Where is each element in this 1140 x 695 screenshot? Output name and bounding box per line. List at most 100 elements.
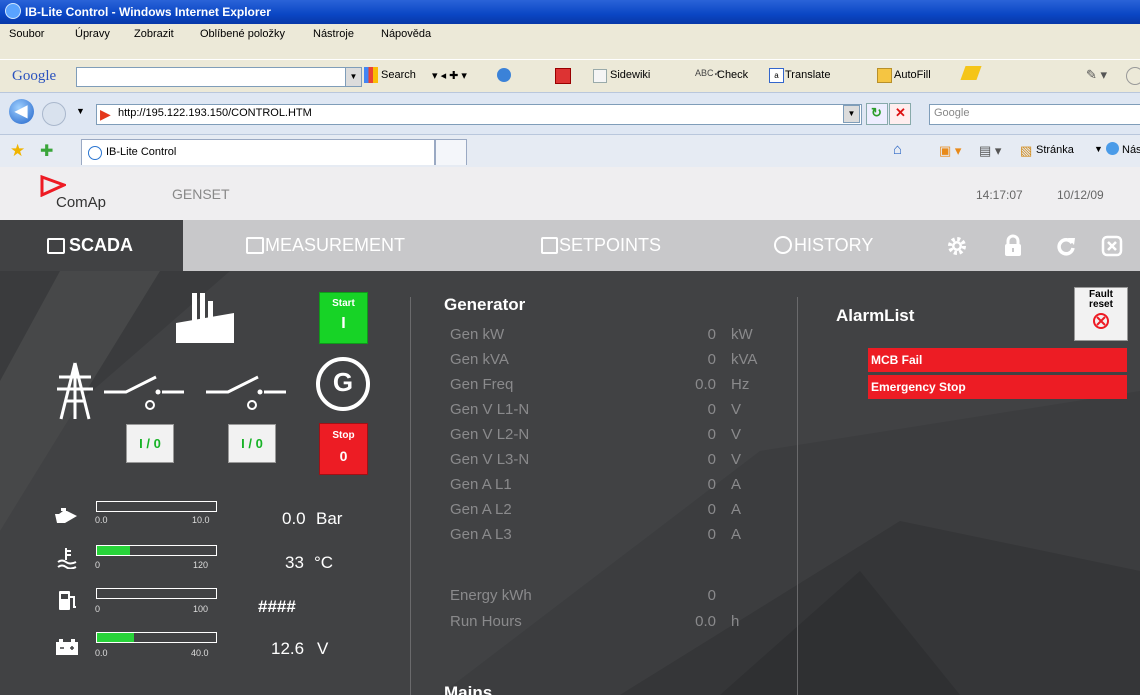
stop-load-button[interactable]: ✕ [889, 103, 911, 125]
generator-value: 0 [707, 426, 716, 443]
translate-icon: a [769, 68, 784, 83]
fuel-level-icon [59, 591, 76, 610]
tools-menu[interactable]: Nás [1122, 144, 1140, 156]
mains-breaker-button[interactable]: I / 0 [126, 424, 174, 463]
refresh-button[interactable]: ↻ [866, 103, 888, 125]
tabs-row: ★ ✚ IB-Lite Control ⌂ ▣ ▾ ▤ ▾ ▧ Stránka … [0, 134, 1140, 168]
tab-measurement[interactable]: MEASUREMENT [244, 220, 444, 271]
fuel-level-value: #### [258, 597, 296, 616]
coolant-temperature-bar [96, 545, 217, 556]
coolant-temperature-unit: °C [314, 553, 334, 572]
chat-icon[interactable] [497, 68, 511, 82]
check-button[interactable]: Check [717, 69, 748, 81]
divider [797, 297, 798, 695]
page-dropdown-icon: ▼ [1094, 144, 1103, 154]
toolbar-arrows-icon[interactable]: ▾ ◂ ✚ ▾ [432, 69, 467, 82]
generator-symbol: G [332, 367, 354, 397]
favorites-star-icon[interactable]: ★ [10, 141, 25, 161]
address-dropdown[interactable]: ▼ [843, 105, 860, 123]
oil-pressure-value: 0.0 [282, 509, 306, 528]
menu-edit[interactable]: Úpravy [75, 28, 110, 40]
print-icon[interactable]: ▤ ▾ [979, 143, 1001, 159]
google-search-dropdown[interactable]: ▼ [345, 67, 362, 87]
mains-breaker-label: I / 0 [139, 436, 161, 451]
start-symbol: I [341, 315, 346, 332]
scada-icon [47, 238, 65, 254]
coolant-temperature-value: 33 [285, 553, 304, 572]
google-circle-icon[interactable] [1126, 67, 1140, 85]
comap-logo: ComAp [56, 194, 107, 211]
generator-value-unit: kW [731, 326, 753, 343]
refresh-icon[interactable] [1055, 235, 1077, 257]
site-favicon-icon: ▶ [100, 106, 111, 122]
generator-value: 0 [707, 501, 716, 518]
close-icon: ✕ [895, 105, 906, 120]
tab-measurement-label: MEASUREMENT [265, 235, 406, 255]
generator-section-title: Generator [444, 295, 526, 314]
google-search-input[interactable] [76, 67, 346, 87]
tab-scada[interactable]: SCADA [0, 220, 183, 271]
battery-voltage-bar [96, 632, 217, 643]
settings-gear-icon[interactable] [946, 235, 968, 257]
stop-button[interactable]: Stop 0 [319, 423, 368, 475]
generator-value-label: Gen V L1-N [450, 401, 530, 418]
measurement-icon [246, 237, 264, 254]
tab-setpoints[interactable]: SETPOINTS [539, 220, 699, 271]
autofill-button[interactable]: AutoFill [894, 69, 931, 81]
coolant-temperature-icon [57, 548, 77, 569]
new-tab-button[interactable] [435, 139, 467, 165]
mains-section-title: Mains [444, 683, 493, 695]
home-icon[interactable]: ⌂ [893, 141, 902, 158]
factory-load-icon [176, 293, 234, 343]
browser-search-placeholder: Google [934, 107, 970, 119]
settings-wrench-icon[interactable]: ✎ ▾ [1086, 67, 1107, 83]
fault-reset-button[interactable]: Fault reset [1074, 287, 1128, 341]
menu-view[interactable]: Zobrazit [134, 28, 174, 40]
divider [410, 297, 411, 695]
history-dropdown-icon[interactable]: ▼ [76, 106, 85, 116]
run-hours-unit: h [731, 613, 740, 630]
feeds-icon[interactable]: ▣ ▾ [939, 143, 961, 159]
translate-button[interactable]: Translate [785, 69, 830, 81]
google-toolbar: Google ▼ Search ▾ ◂ ✚ ▾ Sidewiki ABC✓ Ch… [0, 59, 1140, 93]
sidewiki-button[interactable]: Sidewiki [610, 69, 650, 81]
stop-label: Stop [332, 430, 355, 441]
browser-search-input[interactable]: Google [929, 104, 1140, 125]
close-icon[interactable] [1101, 235, 1123, 257]
header-time: 14:17:07 [976, 188, 1023, 202]
header-date: 10/12/09 [1057, 188, 1104, 202]
menu-file[interactable]: Soubor [9, 28, 44, 40]
generator-value: 0 [707, 401, 716, 418]
oil-pressure-unit: Bar [316, 509, 343, 528]
fault-reset-label-2: reset [1089, 299, 1113, 310]
add-favorite-icon[interactable]: ✚ [40, 141, 53, 161]
page-menu[interactable]: Stránka [1036, 144, 1074, 156]
generator-value-unit: A [731, 476, 742, 493]
tab-label: IB-Lite Control [106, 146, 177, 158]
alarm-list-title: AlarmList [836, 306, 915, 325]
start-button[interactable]: Start I [319, 292, 368, 344]
battery-voltage-fill [97, 633, 135, 642]
google-search-button[interactable]: Search [381, 69, 416, 81]
menu-tools[interactable]: Nástroje [313, 28, 354, 40]
lock-icon[interactable] [1002, 234, 1024, 258]
browser-tab[interactable]: IB-Lite Control [81, 139, 435, 165]
device-name: GENSET [172, 186, 230, 202]
generator-breaker-button[interactable]: I / 0 [228, 424, 276, 463]
menu-favorites[interactable]: Oblíbené položky [200, 28, 285, 40]
alarm-item: Emergency Stop [868, 375, 1127, 399]
generator-value: 0 [707, 476, 716, 493]
popup-blocker-icon[interactable] [555, 68, 571, 84]
back-button[interactable]: ◀ [9, 99, 34, 124]
oil-min: 0.0 [95, 515, 108, 525]
menu-help[interactable]: Nápověda [381, 28, 431, 40]
generator-value-label: Gen V L3-N [450, 451, 530, 468]
fuel-min: 0 [95, 604, 101, 614]
google-icon [364, 67, 378, 83]
tools-gear-icon [1106, 142, 1119, 155]
address-bar[interactable]: ▶ http://195.122.193.150/CONTROL.HTM [96, 104, 862, 125]
tab-history[interactable]: HISTORY [774, 220, 914, 271]
forward-button[interactable] [42, 102, 66, 126]
highlighter-icon[interactable] [960, 66, 982, 80]
generator-value-label: Gen V L2-N [450, 426, 530, 443]
